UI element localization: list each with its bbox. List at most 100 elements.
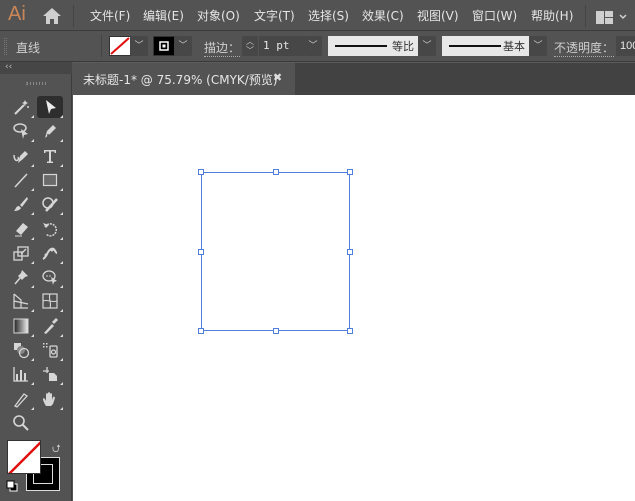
menu-type[interactable]: 文字(T) bbox=[254, 7, 295, 24]
stroke-color-icon bbox=[159, 41, 169, 51]
puppet-warp-tool[interactable] bbox=[37, 242, 63, 264]
menu-effect[interactable]: 效果(C) bbox=[362, 7, 404, 24]
workspace-switcher[interactable] bbox=[596, 9, 632, 28]
resize-handle-bottom-right[interactable] bbox=[347, 328, 353, 334]
rectangle-tool[interactable] bbox=[37, 169, 63, 191]
eyedropper-tool[interactable] bbox=[37, 315, 63, 337]
line-segment-tool[interactable] bbox=[8, 169, 34, 191]
column-graph-icon bbox=[13, 367, 28, 382]
resize-handle-top[interactable] bbox=[273, 169, 279, 175]
profile-dropdown[interactable]: ﹀ bbox=[418, 36, 436, 56]
menu-window[interactable]: 窗口(W) bbox=[472, 7, 517, 24]
symbol-sprayer-tool[interactable] bbox=[37, 339, 63, 361]
submenu-indicator bbox=[60, 285, 63, 289]
menu-select[interactable]: 选择(S) bbox=[308, 7, 349, 24]
submenu-indicator bbox=[31, 406, 34, 410]
divider bbox=[585, 5, 586, 27]
menu-object[interactable]: 对象(O) bbox=[197, 7, 240, 24]
resize-handle-bottom-left[interactable] bbox=[198, 328, 204, 334]
eraser-tool[interactable] bbox=[8, 218, 34, 240]
profile-preview-line bbox=[335, 45, 387, 47]
submenu-indicator bbox=[60, 139, 63, 143]
shape-builder-tool[interactable] bbox=[37, 266, 63, 289]
submenu-indicator bbox=[60, 406, 63, 410]
line-segment-icon bbox=[14, 173, 28, 188]
collapse-panel-button[interactable]: ‹‹ bbox=[0, 62, 72, 74]
gradient-icon bbox=[13, 318, 29, 334]
lasso-icon bbox=[13, 123, 28, 140]
stroke-weight-stepper[interactable]: ︿ ﹀ bbox=[242, 36, 258, 56]
document-tab[interactable]: 未标题-1* @ 75.79% (CMYK/预览) ✖ bbox=[73, 63, 295, 95]
blend-tool[interactable] bbox=[8, 339, 34, 361]
gradient-tool[interactable] bbox=[8, 315, 34, 337]
artboard-canvas[interactable] bbox=[73, 95, 635, 501]
hand-tool[interactable] bbox=[37, 388, 63, 410]
shaper-tool[interactable] bbox=[37, 193, 63, 216]
lasso-tool[interactable] bbox=[8, 120, 34, 143]
document-tab-title: 未标题-1* @ 75.79% (CMYK/预览) bbox=[83, 73, 278, 87]
rotate-tool[interactable] bbox=[37, 218, 63, 240]
tools-panel-header[interactable] bbox=[0, 74, 72, 94]
stroke-weight-dropdown[interactable]: ﹀ bbox=[304, 36, 322, 56]
curvature-tool[interactable] bbox=[8, 145, 34, 167]
selected-path-bounding-box[interactable] bbox=[201, 172, 350, 331]
resize-handle-right[interactable] bbox=[347, 249, 353, 255]
column-graph-tool[interactable] bbox=[8, 363, 34, 386]
close-tab-icon[interactable]: ✖ bbox=[273, 71, 282, 84]
artboard-tool[interactable] bbox=[37, 363, 63, 386]
zoom-tool[interactable] bbox=[8, 412, 34, 434]
panel-grip[interactable] bbox=[4, 38, 7, 55]
home-icon[interactable] bbox=[42, 7, 62, 25]
default-colors-icon[interactable] bbox=[6, 480, 18, 492]
panel-grip[interactable] bbox=[26, 82, 46, 85]
paintbrush-tool[interactable] bbox=[8, 193, 34, 216]
opacity-input[interactable]: 100 bbox=[616, 36, 635, 56]
fill-swatch-button[interactable] bbox=[109, 36, 131, 56]
menu-help[interactable]: 帮助(H) bbox=[531, 7, 573, 24]
opacity-label[interactable]: 不透明度： bbox=[554, 39, 615, 57]
perspective-grid-tool[interactable] bbox=[8, 290, 34, 313]
mesh-tool[interactable] bbox=[37, 290, 63, 313]
pen-tool[interactable] bbox=[37, 120, 63, 143]
scale-icon bbox=[13, 246, 29, 261]
submenu-indicator bbox=[31, 187, 34, 191]
brush-definition-select[interactable]: 基本 bbox=[442, 36, 529, 56]
slice-tool[interactable] bbox=[8, 388, 34, 410]
submenu-indicator bbox=[31, 212, 34, 216]
pin-tool[interactable] bbox=[8, 266, 34, 289]
shaper-icon bbox=[42, 197, 58, 213]
brush-dropdown[interactable]: ﹀ bbox=[529, 36, 547, 56]
stroke-swatch-button[interactable] bbox=[153, 36, 175, 56]
menu-file[interactable]: 文件(F) bbox=[90, 7, 130, 24]
artboard-icon bbox=[43, 367, 57, 382]
zoom-icon bbox=[13, 415, 29, 431]
fill-dropdown[interactable]: ﹀ bbox=[130, 36, 148, 56]
stroke-dropdown[interactable]: ﹀ bbox=[174, 36, 192, 56]
menu-edit[interactable]: 编辑(E) bbox=[143, 7, 184, 24]
selection-type-label: 直线 bbox=[16, 41, 41, 55]
control-bar: 直线 ﹀ ﹀ 描边： ︿﹀ 1 pt ﹀ 等比 ﹀ 基本 ﹀ 不透明度： 100 bbox=[0, 31, 635, 62]
submenu-indicator bbox=[60, 212, 63, 216]
type-tool[interactable] bbox=[37, 145, 63, 167]
variable-width-profile-select[interactable]: 等比 bbox=[328, 36, 418, 56]
submenu-indicator bbox=[60, 309, 63, 313]
scale-tool[interactable] bbox=[8, 242, 34, 264]
resize-handle-top-right[interactable] bbox=[347, 169, 353, 175]
resize-handle-bottom[interactable] bbox=[273, 328, 279, 334]
selection-tool[interactable] bbox=[37, 96, 63, 118]
fill-color-swatch[interactable] bbox=[7, 440, 41, 474]
resize-handle-top-left[interactable] bbox=[198, 169, 204, 175]
stroke-label[interactable]: 描边： bbox=[204, 39, 241, 57]
stroke-weight-input[interactable]: 1 pt bbox=[259, 36, 304, 56]
symbol-sprayer-icon bbox=[43, 343, 58, 358]
magic-wand-tool[interactable] bbox=[8, 96, 34, 118]
perspective-grid-icon bbox=[13, 293, 29, 309]
submenu-indicator bbox=[31, 333, 34, 337]
menu-view[interactable]: 视图(V) bbox=[417, 7, 459, 24]
blend-icon bbox=[14, 343, 30, 359]
menu-bar: Ai 文件(F) 编辑(E) 对象(O) 文字(T) 选择(S) 效果(C) 视… bbox=[0, 0, 635, 31]
resize-handle-left[interactable] bbox=[198, 249, 204, 255]
none-color-icon bbox=[110, 37, 130, 55]
divider bbox=[101, 35, 102, 57]
app-logo: Ai bbox=[8, 3, 26, 25]
